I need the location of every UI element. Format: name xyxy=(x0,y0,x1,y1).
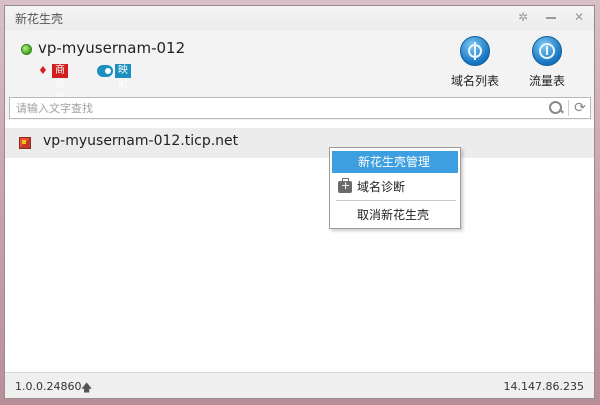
search-bar: ⟳ xyxy=(9,97,591,119)
traffic-button[interactable]: 流量表 xyxy=(517,36,577,92)
menu-item-manage[interactable]: 新花生壳管理 xyxy=(332,151,458,173)
gauge-icon xyxy=(532,36,562,66)
search-icon[interactable] xyxy=(548,100,564,116)
settings-gear-icon[interactable]: ✲ xyxy=(515,9,531,25)
mapping-badge: 映射 xyxy=(115,64,131,90)
search-divider xyxy=(568,100,569,116)
status-bar: 1.0.0.24860 🡅 14.147.86.235 xyxy=(5,372,594,398)
refresh-icon[interactable]: ⟳ xyxy=(572,100,588,116)
menu-item-cancel[interactable]: 取消新花生壳 xyxy=(332,204,458,226)
domain-name: vp-myusernam-012.ticp.net xyxy=(43,133,239,149)
domain-box-icon xyxy=(19,137,31,149)
app-window: 新花生壳 ✲ ✕ vp-myusernam-012 ♦ 商业级 映射 域名列表 … xyxy=(4,5,595,399)
minimize-button[interactable] xyxy=(543,9,559,25)
online-status-icon xyxy=(21,44,32,55)
version-label: 1.0.0.24860 xyxy=(15,380,82,393)
title-bar[interactable]: 新花生壳 ✲ ✕ xyxy=(5,6,594,30)
list-item[interactable]: vp-myusernam-012.ticp.net xyxy=(5,128,594,158)
gem-icon: ♦ xyxy=(38,64,48,77)
domain-list-button[interactable]: 域名列表 xyxy=(445,36,505,92)
close-button[interactable]: ✕ xyxy=(571,9,587,25)
upgrade-arrow-icon[interactable]: 🡅 xyxy=(81,379,92,398)
toolbox-icon xyxy=(338,178,352,193)
public-ip: 14.147.86.235 xyxy=(503,380,584,393)
window-title: 新花生壳 xyxy=(15,12,64,26)
domain-list-label: 域名列表 xyxy=(450,74,499,88)
traffic-label: 流量表 xyxy=(528,74,565,88)
account-name: vp-myusernam-012 xyxy=(38,39,186,57)
menu-item-diagnose[interactable]: 域名诊断 xyxy=(332,176,458,198)
context-menu: 新花生壳管理 域名诊断 取消新花生壳 xyxy=(329,147,461,229)
business-badge: 商业级 xyxy=(52,64,68,104)
menu-divider xyxy=(336,200,456,201)
globe-icon xyxy=(460,36,490,66)
mapping-toggle-icon xyxy=(97,65,113,77)
menu-item-diagnose-label: 域名诊断 xyxy=(357,180,406,194)
account-header: vp-myusernam-012 ♦ 商业级 映射 域名列表 流量表 xyxy=(5,30,594,104)
domain-list: vp-myusernam-012.ticp.net xyxy=(5,120,594,372)
search-input[interactable] xyxy=(10,98,552,118)
